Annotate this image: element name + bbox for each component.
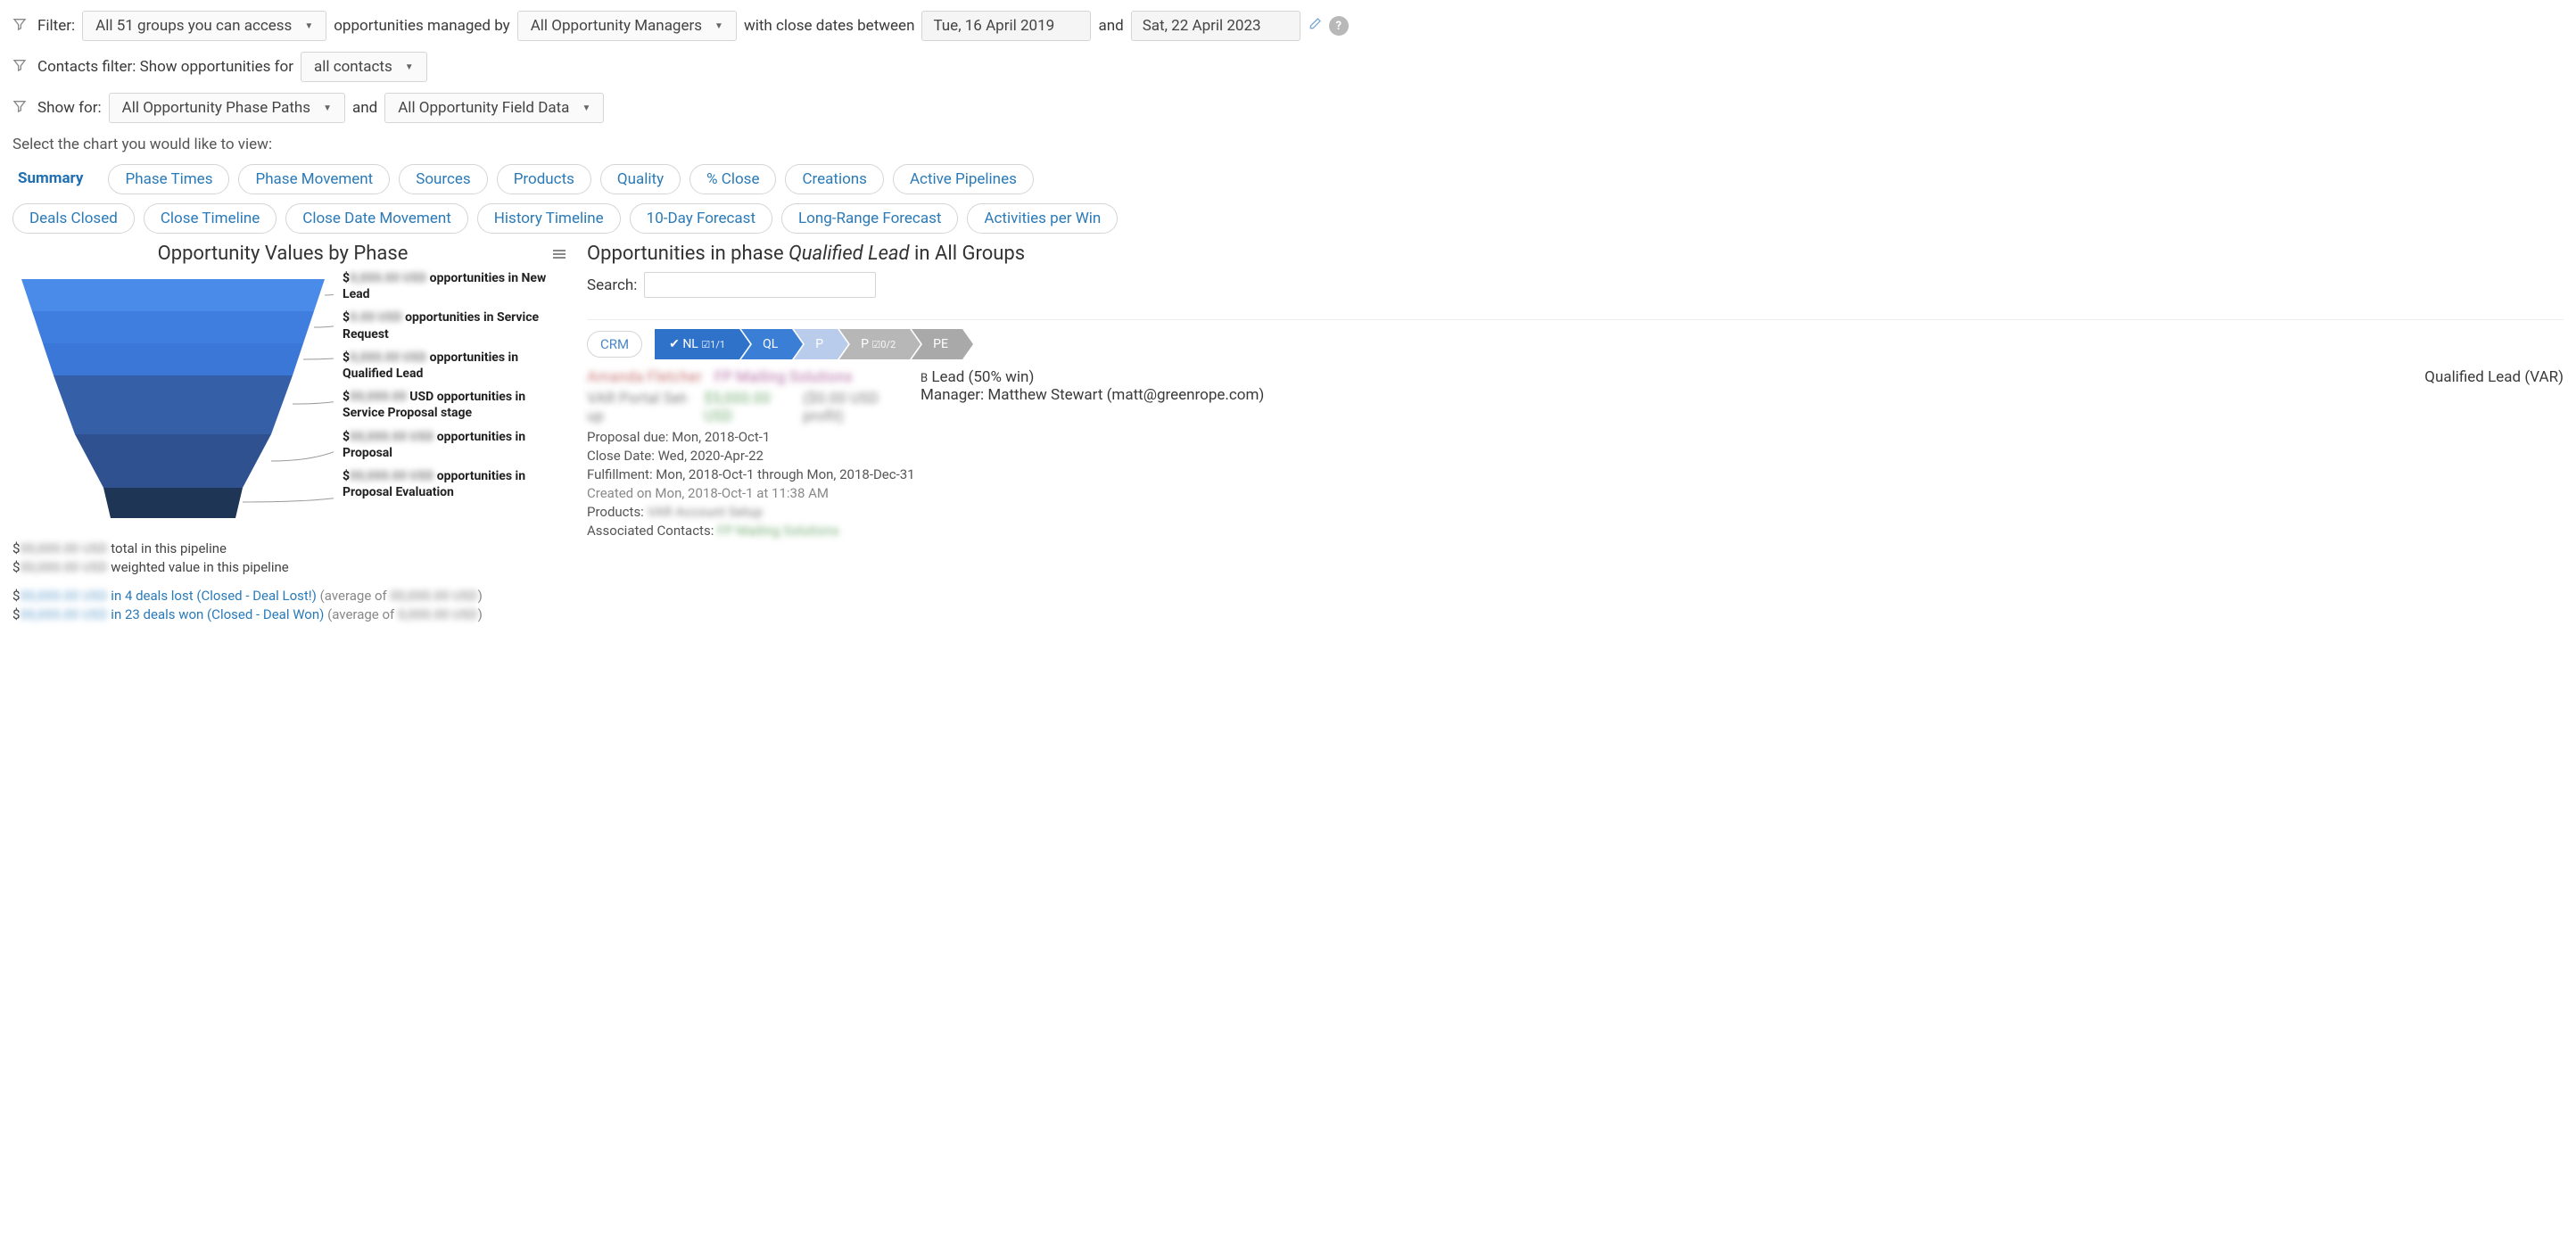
- tab--close[interactable]: % Close: [689, 164, 776, 194]
- phase-badge: Qualified Lead (VAR): [2424, 368, 2564, 386]
- chart-prompt: Select the chart you would like to view:: [12, 136, 2564, 153]
- tab-10-day-forecast[interactable]: 10-Day Forecast: [630, 203, 772, 234]
- and-text: and: [1098, 17, 1123, 35]
- field-data-dropdown[interactable]: All Opportunity Field Data▼: [384, 93, 604, 123]
- filter-icon: [12, 58, 27, 77]
- created-on: Created on Mon, 2018-Oct-1 at 11:38 AM: [587, 485, 2564, 501]
- funnel-label: $0,000.00 USD opportunities in Qualified…: [343, 350, 566, 382]
- groups-dropdown[interactable]: All 51 groups you can access▼: [82, 11, 326, 41]
- date-to-field[interactable]: Sat, 22 April 2023: [1131, 11, 1300, 41]
- crm-button[interactable]: CRM: [587, 331, 642, 358]
- tab-row-1: Summary Phase Times Phase Movement Sources P…: [12, 164, 2564, 194]
- funnel-label: $00,000.00 USD opportunities in Proposal…: [343, 468, 566, 500]
- show-for-label: Show for:: [37, 99, 102, 117]
- phase-chevron-nl[interactable]: ✔ NL ☑1/1: [655, 329, 739, 359]
- tab-creations[interactable]: Creations: [785, 164, 883, 194]
- filter-row-contacts: Contacts filter: Show opportunities for …: [12, 52, 2564, 82]
- phase-track: CRM ✔ NL ☑1/1QLPP ☑0/2PE: [587, 329, 2564, 359]
- fulfillment: Fulfillment: Mon, 2018-Oct-1 through Mon…: [587, 466, 2564, 482]
- filter-label: Filter:: [37, 17, 75, 35]
- managed-by-text: opportunities managed by: [334, 17, 509, 35]
- contacts-filter-label: Contacts filter: Show opportunities for: [37, 58, 293, 76]
- funnel-labels: $0,000.00 USD opportunities in New Lead $…: [343, 270, 566, 533]
- tab-row-2: Deals Closed Close Timeline Close Date Mov…: [12, 203, 2564, 234]
- filter-row-showfor: Show for: All Opportunity Phase Paths▼ a…: [12, 93, 2564, 123]
- filter-row-main: Filter: All 51 groups you can access▼ op…: [12, 11, 2564, 41]
- tab-long-range-forecast[interactable]: Long-Range Forecast: [781, 203, 958, 234]
- funnel-label: $00,000.00 USD opportunities in Service …: [343, 389, 566, 421]
- search-label: Search:: [587, 276, 637, 294]
- edit-icon[interactable]: [1308, 17, 1322, 36]
- phase-chevron-p[interactable]: P ☑0/2: [839, 329, 910, 359]
- tab-sources[interactable]: Sources: [399, 164, 487, 194]
- tab-products[interactable]: Products: [497, 164, 591, 194]
- opportunity-details: Proposal due: Mon, 2018-Oct-1 Close Date…: [587, 429, 2564, 539]
- funnel-label: $0,000.00 USD opportunities in New Lead: [343, 270, 566, 302]
- manager-value: Matthew Stewart (matt@greenrope.com): [987, 386, 1264, 404]
- date-from-field[interactable]: Tue, 16 April 2019: [921, 11, 1091, 41]
- detail-title: Opportunities in phase Qualified Lead in…: [587, 243, 2564, 265]
- profit: ($0.00 USD profit): [803, 390, 908, 425]
- tab-history-timeline[interactable]: History Timeline: [477, 203, 621, 234]
- assoc-contacts-value: FP Mailing Solutions: [717, 523, 839, 539]
- search-input[interactable]: [644, 272, 876, 298]
- contacts-dropdown[interactable]: all contacts▼: [301, 52, 427, 82]
- funnel-chart: [12, 270, 334, 533]
- tab-close-timeline[interactable]: Close Timeline: [144, 203, 277, 234]
- tab-phase-times[interactable]: Phase Times: [108, 164, 229, 194]
- tab-activities-per-win[interactable]: Activities per Win: [967, 203, 1118, 234]
- chart-title: Opportunity Values by Phase: [12, 243, 553, 265]
- deals-lost-link[interactable]: in 4 deals lost (Closed - Deal Lost!): [111, 588, 317, 604]
- funnel-label: $0.00 USD opportunities in Service Reque…: [343, 309, 566, 342]
- managers-dropdown[interactable]: All Opportunity Managers▼: [517, 11, 737, 41]
- tab-deals-closed[interactable]: Deals Closed: [12, 203, 135, 234]
- tab-phase-movement[interactable]: Phase Movement: [238, 164, 390, 194]
- task-name: VAR Portal Set-up: [587, 390, 691, 425]
- filter-icon: [12, 99, 27, 118]
- opportunity-card: CRM ✔ NL ☑1/1QLPP ☑0/2PE Amanda Fletcher…: [587, 319, 2564, 539]
- and-text-2: and: [352, 99, 377, 117]
- tab-quality[interactable]: Quality: [600, 164, 681, 194]
- help-icon[interactable]: ?: [1329, 16, 1349, 36]
- company-name: FP Mailing Solutions: [714, 368, 853, 386]
- manager-label: Manager:: [921, 386, 984, 404]
- proposal-due: Proposal due: Mon, 2018-Oct-1: [587, 429, 2564, 445]
- chevron-down-icon: ▼: [582, 103, 590, 113]
- amount: $5,000.00 USD: [704, 390, 790, 425]
- lead-score: Lead (50% win): [931, 368, 1034, 386]
- right-panel: Opportunities in phase Qualified Lead in…: [587, 243, 2564, 625]
- chevron-down-icon: ▼: [714, 21, 723, 31]
- chevron-down-icon: ▼: [405, 62, 414, 72]
- close-date: Close Date: Wed, 2020-Apr-22: [587, 448, 2564, 464]
- deals-won-link[interactable]: in 23 deals won (Closed - Deal Won): [111, 606, 324, 622]
- filter-icon: [12, 17, 27, 36]
- left-panel: Opportunity Values by Phase: [12, 243, 566, 625]
- funnel-label: $00,000.00 USD opportunities in Proposal: [343, 429, 566, 461]
- chart-menu-icon[interactable]: [553, 248, 566, 260]
- contact-name: Amanda Fletcher: [587, 368, 702, 386]
- pipeline-stats: $00,000.00 USD total in this pipeline $0…: [12, 540, 566, 622]
- assoc-contacts-label: Associated Contacts:: [587, 523, 714, 539]
- phase-paths-dropdown[interactable]: All Opportunity Phase Paths▼: [109, 93, 345, 123]
- tab-summary[interactable]: Summary: [12, 164, 99, 194]
- chevron-down-icon: ▼: [323, 103, 332, 113]
- tab-active-pipelines[interactable]: Active Pipelines: [893, 164, 1034, 194]
- chevron-down-icon: ▼: [304, 21, 313, 31]
- products-label: Products:: [587, 504, 644, 520]
- close-dates-text: with close dates between: [744, 17, 915, 35]
- tab-close-date-movement[interactable]: Close Date Movement: [285, 203, 468, 234]
- products-value: VAR Account Setup: [648, 504, 763, 520]
